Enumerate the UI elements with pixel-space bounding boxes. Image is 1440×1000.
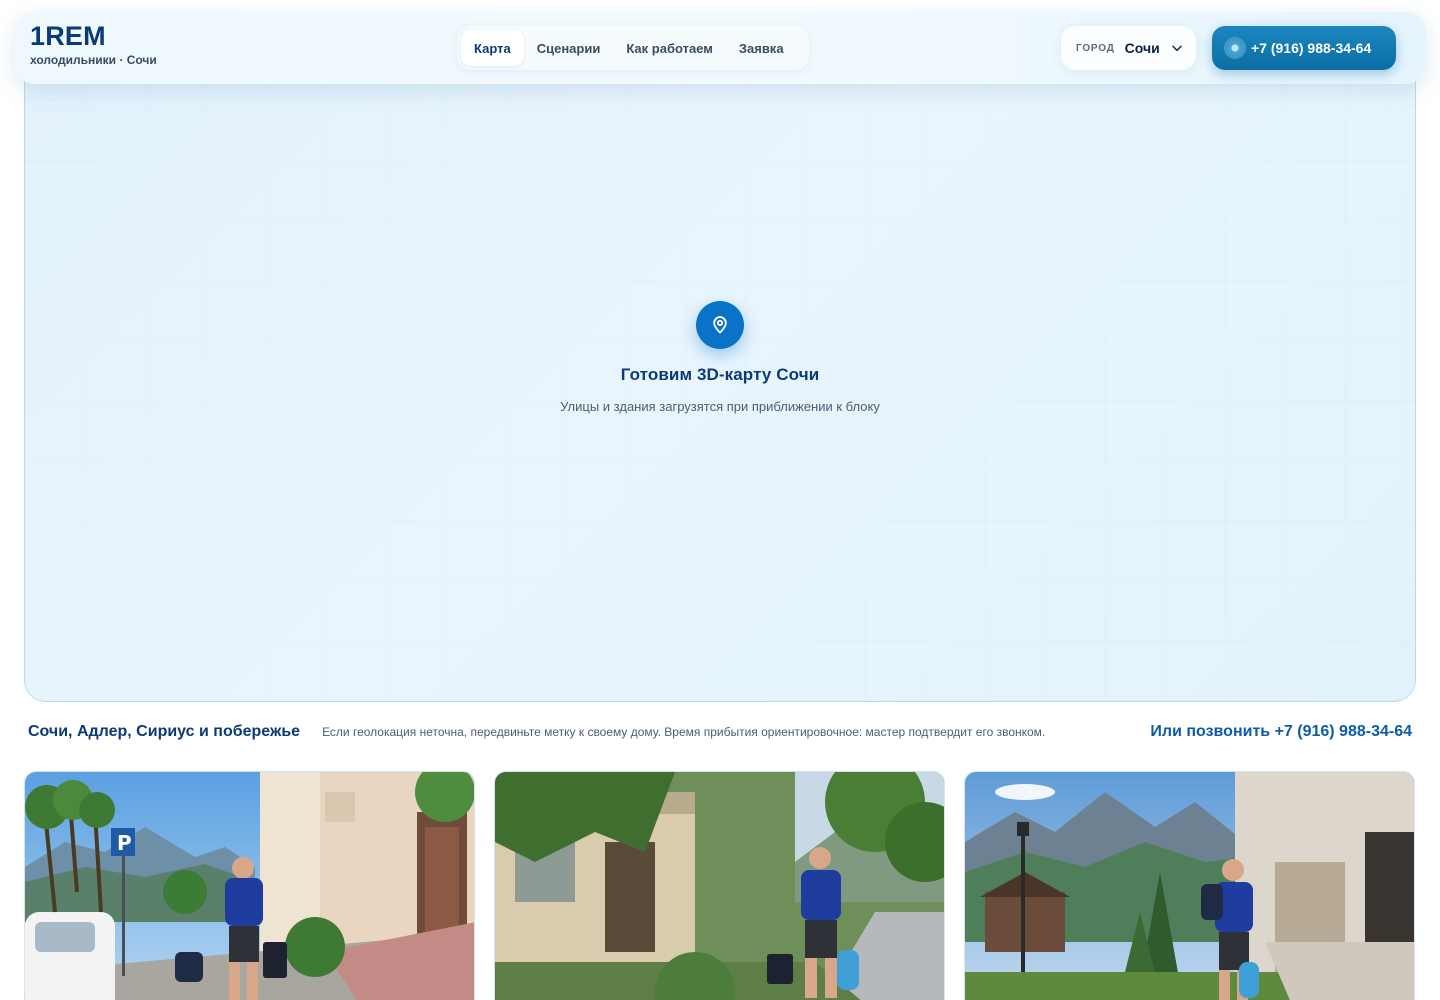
city-selector[interactable]: ГОРОД Сочи (1061, 26, 1196, 70)
call-button[interactable]: +7 (916) 988-34-64 (1212, 26, 1396, 70)
map-loader-title: Готовим 3D-карту Сочи (620, 365, 820, 384)
brand-subtitle: холодильники · Сочи (30, 53, 157, 67)
embankment-photo: P (25, 772, 474, 1000)
nav-item-how-we-work[interactable]: Как работаем (613, 30, 726, 66)
photo-card-courtyard[interactable] (494, 771, 945, 1000)
service-region: Сочи, Адлер, Сириус и побережье (28, 723, 301, 740)
photo-card-mountains[interactable] (964, 771, 1415, 1000)
call-link[interactable]: Или позвонить +7 (916) 988-34-64 (1150, 723, 1412, 741)
nav-item-scenarios[interactable]: Сценарии (524, 30, 614, 66)
brand[interactable]: 1REM холодильники · Сочи (30, 22, 157, 67)
map-pin-icon (696, 301, 744, 349)
photo-card-embankment[interactable]: P (24, 771, 475, 1000)
mountains-photo (965, 772, 1414, 1000)
scenario-cards: P (24, 771, 1416, 1000)
city-label: ГОРОД (1076, 42, 1115, 54)
status-dot-icon (1225, 38, 1245, 58)
svg-text:P: P (117, 831, 132, 855)
map-block[interactable]: Готовим 3D-карту Сочи Улицы и здания заг… (24, 60, 1416, 702)
call-button-label: +7 (916) 988-34-64 (1251, 40, 1372, 56)
courtyard-photo (495, 772, 944, 1000)
map-loader-subtitle: Улицы и здания загрузятся при приближени… (560, 399, 880, 414)
map-info-row: Сочи, Адлер, Сириус и побережье Если гео… (28, 720, 1412, 744)
map-loader: Готовим 3D-карту Сочи Улицы и здания заг… (25, 301, 1415, 414)
brand-logo[interactable]: 1REM (30, 22, 157, 50)
site-header: 1REM холодильники · Сочи Карта Сценарии … (14, 12, 1426, 84)
main-nav: Карта Сценарии Как работаем Заявка (457, 26, 809, 70)
nav-item-map[interactable]: Карта (461, 30, 524, 66)
city-value: Сочи (1124, 40, 1160, 56)
chevron-down-icon (1170, 41, 1184, 55)
nav-item-request[interactable]: Заявка (726, 30, 797, 66)
geolocation-hint: Если геолокация неточна, передвиньте мет… (322, 725, 1046, 739)
